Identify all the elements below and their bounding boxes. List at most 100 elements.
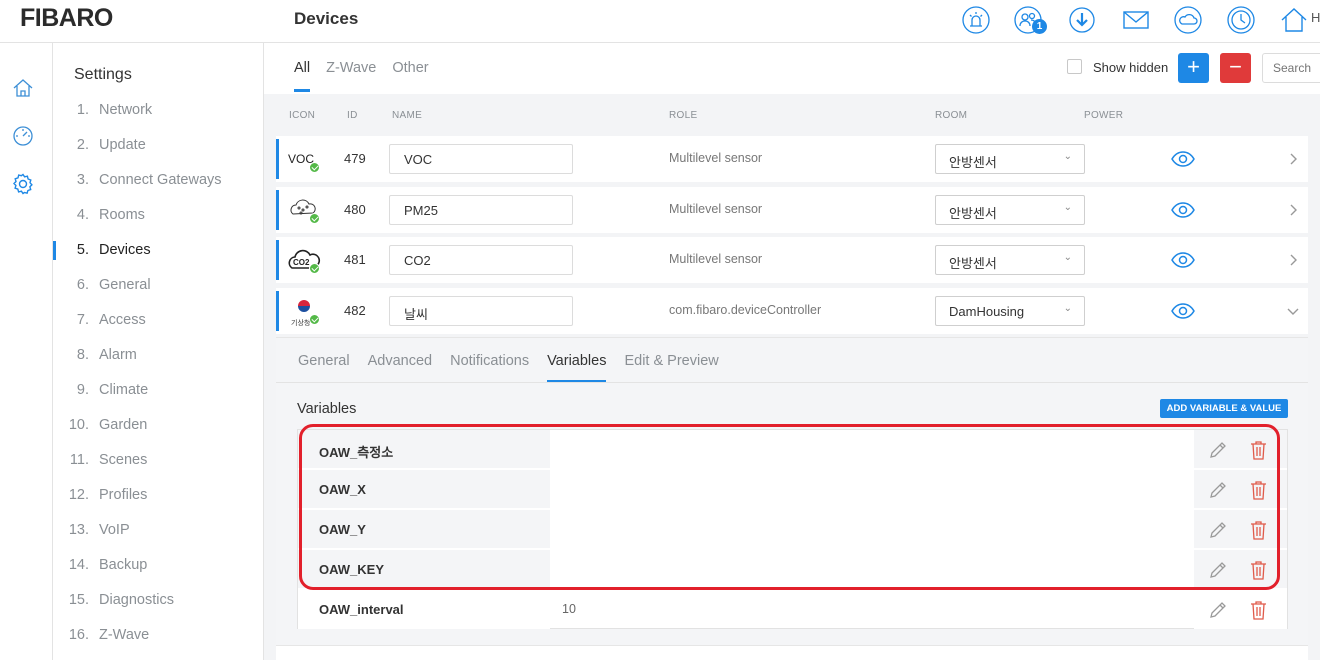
chevron-down-icon: ⌄ <box>1063 202 1072 213</box>
settings-item-climate[interactable]: 9. Climate <box>53 373 263 408</box>
pencil-icon[interactable] <box>1208 560 1228 580</box>
device-row[interactable]: VOC 479 VOC Multilevel sensor 안방센서 ⌄ <box>276 136 1308 182</box>
pencil-icon[interactable] <box>1208 520 1228 540</box>
device-name-field[interactable]: CO2 <box>389 245 573 275</box>
add-device-button[interactable]: + <box>1178 53 1209 83</box>
column-header-room: ROOM <box>935 110 968 121</box>
settings-item-access[interactable]: 7. Access <box>53 303 263 338</box>
settings-item-network[interactable]: 1. Network <box>53 93 263 128</box>
settings-item-rooms[interactable]: 4. Rooms <box>53 198 263 233</box>
settings-item-number: 12. <box>68 487 89 503</box>
device-name-field[interactable]: VOC <box>389 144 573 174</box>
chevron-right-icon[interactable] <box>1286 201 1300 219</box>
fibaro-logo: FIBARO <box>20 4 113 32</box>
settings-item-scenes[interactable]: 11. Scenes <box>53 443 263 478</box>
settings-item-profiles[interactable]: 12. Profiles <box>53 478 263 513</box>
variable-name: OAW_interval <box>298 590 550 629</box>
users-icon[interactable]: 1 <box>1012 4 1047 36</box>
room-select[interactable]: 안방센서 ⌄ <box>935 144 1085 174</box>
dashboard-icon[interactable] <box>11 124 35 148</box>
tab-other[interactable]: Other <box>392 60 428 89</box>
co2-sensor-icon: CO2 <box>288 246 322 276</box>
add-variable-button[interactable]: ADD VARIABLE & VALUE <box>1160 399 1288 418</box>
users-badge: 1 <box>1032 19 1047 34</box>
settings-item-label: Access <box>99 312 146 328</box>
settings-item-label: Garden <box>99 417 148 433</box>
settings-item-devices[interactable]: 5. Devices <box>53 233 263 268</box>
chevron-down-icon: ⌄ <box>1063 303 1072 314</box>
mail-icon[interactable] <box>1120 4 1152 36</box>
chevron-right-icon[interactable] <box>1286 150 1300 168</box>
variable-name: OAW_X <box>298 470 550 509</box>
chevron-right-icon[interactable] <box>1286 251 1300 269</box>
status-ok-icon <box>309 213 320 224</box>
room-select-value: 안방센서 <box>949 206 997 221</box>
column-header-power: POWER <box>1084 110 1124 121</box>
pencil-icon[interactable] <box>1208 480 1228 500</box>
settings-item-diagnostics[interactable]: 15. Diagnostics <box>53 583 263 618</box>
device-name-field[interactable]: 날씨 <box>389 296 573 326</box>
tab-z-wave[interactable]: Z-Wave <box>326 60 376 89</box>
device-row-expanded[interactable]: 기상청 482 날씨 com.fibaro.deviceController D… <box>276 288 1308 334</box>
visibility-eye-icon[interactable] <box>1170 147 1196 171</box>
settings-item-number: 3. <box>76 172 89 188</box>
room-select[interactable]: 안방센서 ⌄ <box>935 195 1085 225</box>
download-icon[interactable] <box>1066 4 1098 36</box>
settings-item-voip[interactable]: 13. VoIP <box>53 513 263 548</box>
room-select[interactable]: DamHousing ⌄ <box>935 296 1085 326</box>
device-row[interactable]: 480 PM25 Multilevel sensor 안방센서 ⌄ <box>276 187 1308 233</box>
trash-icon[interactable] <box>1250 600 1267 620</box>
room-select-value: DamHousing <box>949 304 1025 319</box>
home-icon[interactable] <box>11 76 35 100</box>
room-select[interactable]: 안방센서 ⌄ <box>935 245 1085 275</box>
tab-all[interactable]: All <box>294 60 311 92</box>
variable-name: OAW_측정소 <box>298 430 550 469</box>
column-header-role: ROLE <box>669 110 698 121</box>
alarm-icon[interactable] <box>960 4 992 36</box>
visibility-eye-icon[interactable] <box>1170 198 1196 222</box>
tab-edit-preview[interactable]: Edit & Preview <box>624 353 718 380</box>
icon-rail <box>0 43 53 660</box>
variable-actions <box>1194 470 1287 509</box>
settings-item-backup[interactable]: 14. Backup <box>53 548 263 583</box>
home-icon[interactable] <box>1278 4 1310 36</box>
visibility-eye-icon[interactable] <box>1170 248 1196 272</box>
settings-item-z-wave[interactable]: 16. Z-Wave <box>53 618 263 653</box>
home-label[interactable]: H <box>1311 10 1320 25</box>
trash-icon[interactable] <box>1250 560 1267 580</box>
weather-icon[interactable] <box>1172 4 1204 36</box>
tab-advanced[interactable]: Advanced <box>368 353 433 380</box>
clock-icon[interactable] <box>1225 4 1257 36</box>
pencil-icon[interactable] <box>1208 440 1228 460</box>
trash-icon[interactable] <box>1250 440 1267 460</box>
settings-item-general[interactable]: 6. General <box>53 268 263 303</box>
show-hidden-checkbox[interactable] <box>1067 59 1082 74</box>
chevron-down-icon[interactable] <box>1286 302 1300 320</box>
trash-icon[interactable] <box>1250 520 1267 540</box>
settings-item-update[interactable]: 2. Update <box>53 128 263 163</box>
settings-item-label: Profiles <box>99 487 148 503</box>
settings-item-label: Update <box>99 137 146 153</box>
variables-title: Variables <box>297 401 357 417</box>
search-input[interactable] <box>1262 53 1320 83</box>
trash-icon[interactable] <box>1250 480 1267 500</box>
settings-item-connect-gateways[interactable]: 3. Connect Gateways <box>53 163 263 198</box>
visibility-eye-icon[interactable] <box>1170 299 1196 323</box>
device-name-field[interactable]: PM25 <box>389 195 573 225</box>
device-role: Multilevel sensor <box>669 202 763 216</box>
device-row[interactable]: CO2 481 CO2 Multilevel sensor 안방센서 ⌄ <box>276 237 1308 283</box>
settings-menu: 1. Network 2. Update 3. Connect Gateways 4. Roo… <box>53 93 263 653</box>
tab-general[interactable]: General <box>298 353 350 380</box>
chevron-down-icon: ⌄ <box>1063 151 1072 162</box>
settings-icon[interactable] <box>11 172 35 196</box>
tab-notifications[interactable]: Notifications <box>450 353 529 380</box>
settings-sidebar: Settings 1. Network 2. Update 3. Connect Gate… <box>53 43 264 660</box>
pencil-icon[interactable] <box>1208 600 1228 620</box>
device-role: Multilevel sensor <box>669 151 763 165</box>
tab-variables[interactable]: Variables <box>547 353 607 382</box>
settings-item-garden[interactable]: 10. Garden <box>53 408 263 443</box>
remove-device-button[interactable]: − <box>1220 53 1251 83</box>
show-hidden-toggle[interactable]: Show hidden <box>1067 59 1168 75</box>
settings-item-alarm[interactable]: 8. Alarm <box>53 338 263 373</box>
chevron-down-icon: ⌄ <box>1063 252 1072 263</box>
